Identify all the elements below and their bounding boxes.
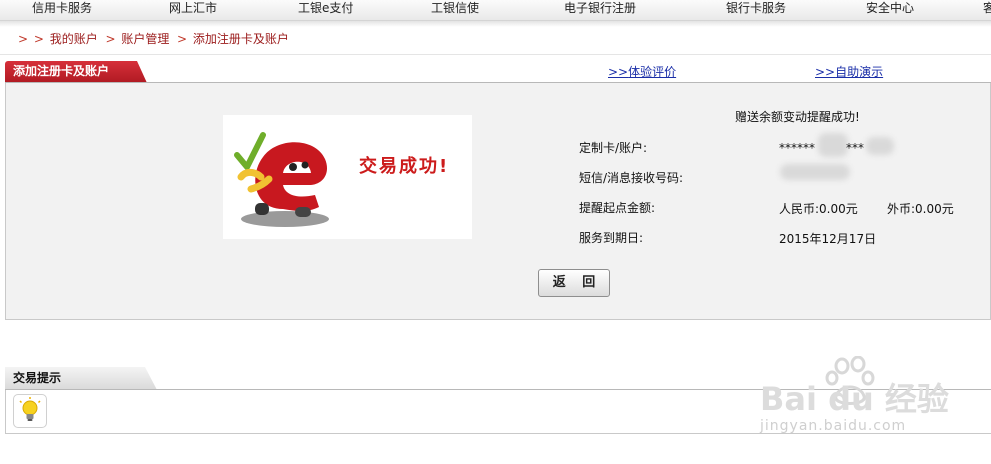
- feedback-link-label: 体验评价: [628, 65, 677, 79]
- chevron-right-icon: >: [33, 32, 44, 46]
- tips-title: 交易提示: [13, 371, 62, 385]
- breadcrumb-current: 添加注册卡及账户: [192, 32, 289, 46]
- section-title: 添加注册卡及账户: [13, 64, 110, 78]
- masked-blur: [818, 133, 848, 157]
- phone-number-blurred: [780, 164, 850, 180]
- rmb-amount: 人民币:0.00元: [779, 202, 858, 216]
- sms-number-label: 短信/消息接收号码:: [579, 171, 684, 185]
- expiry-date: 2015年12月17日: [779, 232, 877, 246]
- back-button[interactable]: 返 回: [538, 269, 610, 297]
- nav-shadow: [0, 21, 991, 27]
- section-title-tab: 添加注册卡及账户: [5, 61, 147, 83]
- nav-forex[interactable]: 网上汇市: [169, 0, 217, 20]
- notice-text: 赠送余额变动提醒成功!: [735, 110, 860, 124]
- chevron-right-icon: >: [101, 32, 116, 46]
- foreign-amount: 外币:0.00元: [887, 202, 954, 216]
- alert-amount-label: 提醒起点金额:: [579, 201, 656, 215]
- tips-title-tab: 交易提示: [5, 367, 157, 390]
- chevron-right-icon: >: [18, 32, 29, 46]
- nav-ebank-register[interactable]: 电子银行注册: [564, 0, 636, 20]
- demo-link-label: 自助演示: [835, 65, 884, 79]
- success-message: 交易成功!: [359, 156, 450, 177]
- nav-messenger[interactable]: 工银信使: [431, 0, 479, 20]
- demo-link[interactable]: >>自助演示: [815, 63, 883, 80]
- nav-card-service[interactable]: 银行卡服务: [726, 0, 786, 20]
- nav-customer[interactable]: 客: [983, 0, 991, 20]
- svg-text:Bai du 经验: Bai du 经验: [760, 380, 949, 418]
- nav-security[interactable]: 安全中心: [866, 0, 914, 20]
- feedback-link[interactable]: >>体验评价: [608, 63, 676, 80]
- card-account-suffix: ***: [846, 141, 864, 155]
- expiry-label: 服务到期日:: [579, 231, 644, 245]
- nav-credit-card[interactable]: 信用卡服务: [32, 0, 92, 20]
- double-chevron-icon: >>: [608, 65, 629, 79]
- nav-epay[interactable]: 工银e支付: [298, 0, 353, 20]
- e-mascot-icon: [234, 132, 329, 227]
- masked-blur: [866, 137, 894, 155]
- card-account-label: 定制卡/账户:: [579, 141, 648, 155]
- breadcrumb-account-management[interactable]: 账户管理: [121, 32, 169, 46]
- breadcrumb-my-account[interactable]: 我的账户: [50, 32, 98, 46]
- chevron-right-icon: >: [173, 32, 188, 46]
- success-image: 交易成功!: [223, 115, 472, 239]
- divider: [0, 54, 991, 55]
- lightbulb-icon: [13, 394, 47, 428]
- watermark-url: jingyan.baidu.com: [760, 418, 907, 434]
- double-chevron-icon: >>: [815, 65, 836, 79]
- breadcrumb: > > 我的账户 > 账户管理 > 添加注册卡及账户: [18, 31, 289, 47]
- top-nav: 信用卡服务 网上汇市 工银e支付 工银信使 电子银行注册 银行卡服务 安全中心 …: [0, 0, 991, 21]
- card-account-value: ******: [779, 141, 815, 155]
